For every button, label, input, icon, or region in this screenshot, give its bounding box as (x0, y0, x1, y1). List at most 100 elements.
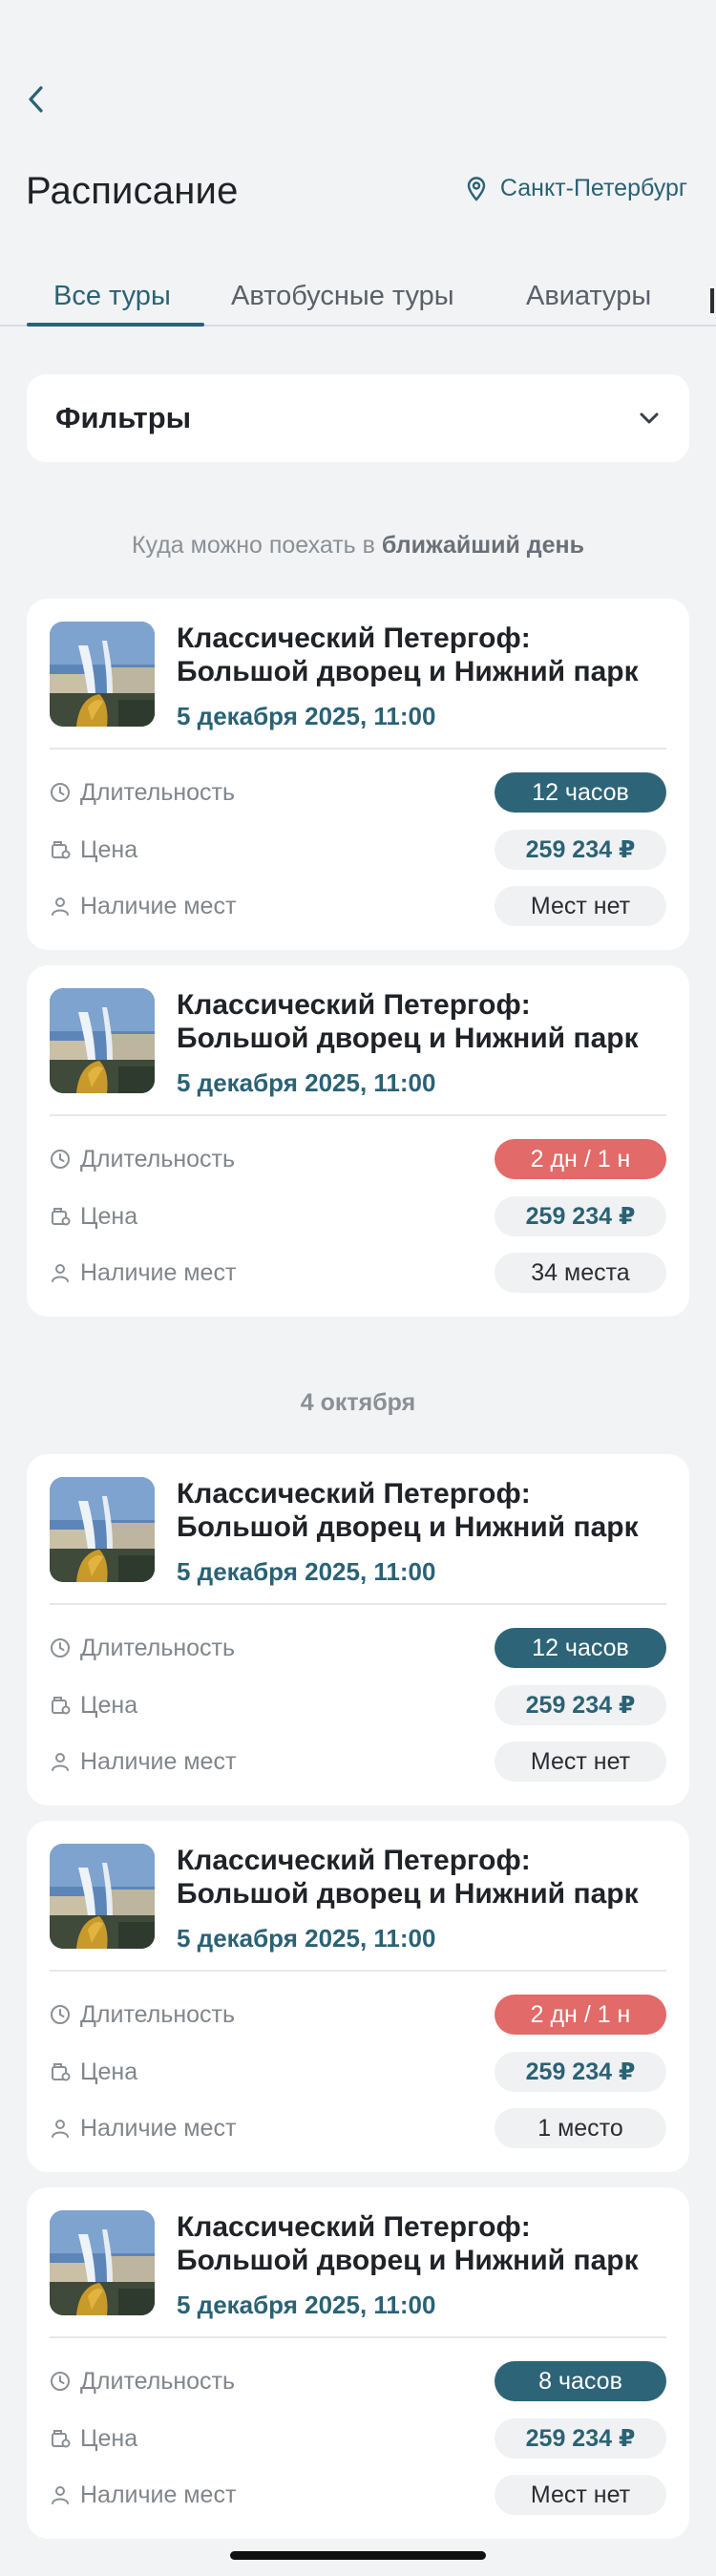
duration-badge: 2 дн / 1 н (495, 1139, 666, 1179)
wallet-icon (52, 841, 71, 859)
duration-label: Длительность (80, 2367, 236, 2395)
price-badge: 259 234 ₽ (495, 1196, 666, 1236)
tour-thumbnail (50, 988, 155, 1093)
page-title: Расписание (26, 170, 239, 212)
active-tab-indicator (27, 323, 204, 327)
seats-label: Наличие мест (80, 1747, 237, 1775)
filters-label: Фильтры (55, 401, 192, 434)
seats-row: Наличие мест Мест нет (50, 2475, 666, 2515)
wallet-icon (52, 1697, 71, 1715)
tour-title-line1: Классический Петергоф: (177, 2211, 531, 2243)
tour-title-line2: Большой дворец и Нижний парк (177, 1023, 639, 1054)
tour-date: 5 декабря 2025, 11:00 (177, 702, 436, 730)
section-nearest-day: Куда можно поехать в ближайший день (0, 532, 716, 560)
card-divider (50, 748, 666, 750)
duration-row: Длительность 8 часов (50, 2361, 666, 2401)
location-pin-icon (467, 176, 486, 201)
seats-row: Наличие мест 1 место (50, 2108, 666, 2148)
duration-badge: 8 часов (495, 2361, 666, 2401)
seats-label: Наличие мест (80, 2114, 237, 2142)
person-icon (52, 2120, 69, 2138)
tour-thumbnail (50, 1844, 155, 1949)
duration-label: Длительность (80, 2000, 236, 2028)
card-divider (50, 1114, 666, 1116)
price-row: Цена 259 234 ₽ (50, 2418, 666, 2459)
clock-icon (51, 2005, 70, 2024)
duration-badge: 12 часов (495, 1628, 666, 1668)
card-divider (50, 2336, 666, 2338)
price-label: Цена (80, 2424, 138, 2452)
person-icon (52, 1753, 69, 1771)
filters-dropdown[interactable]: Фильтры (27, 374, 689, 462)
price-row: Цена 259 234 ₽ (50, 1685, 666, 1725)
seats-badge: Мест нет (495, 1742, 666, 1782)
wallet-icon (52, 2063, 71, 2081)
section-date-label: 4 октября (300, 1389, 416, 1416)
schedule-screen: Расписание Санкт-Петербург Все туры Авто… (0, 0, 716, 2576)
wallet-icon (52, 1208, 71, 1226)
card-divider (50, 1970, 666, 1972)
tour-title: Классический Петергоф: Большой дворец и … (177, 622, 673, 688)
city-name: Санкт-Петербург (499, 175, 687, 201)
duration-label: Длительность (80, 1145, 236, 1172)
tour-card[interactable]: Классический Петергоф: Большой дворец и … (27, 965, 689, 1317)
seats-row: Наличие мест 34 места (50, 1253, 666, 1293)
next-tab-edge[interactable] (710, 288, 714, 313)
wallet-icon (52, 2430, 71, 2448)
tour-title-line2: Большой дворец и Нижний парк (177, 1878, 639, 1910)
duration-label: Длительность (80, 1634, 236, 1661)
tour-card[interactable]: Классический Петергоф: Большой дворец и … (27, 1821, 689, 2172)
seats-label: Наличие мест (80, 2481, 237, 2508)
tab-bus-tours[interactable]: Автобусные туры (231, 281, 454, 312)
chevron-left-icon (29, 86, 43, 113)
seats-badge: 1 место (495, 2108, 666, 2148)
seats-row: Наличие мест Мест нет (50, 1742, 666, 1782)
duration-row: Длительность 2 дн / 1 н (50, 1139, 666, 1179)
tour-thumbnail (50, 622, 155, 727)
price-badge: 259 234 ₽ (495, 2052, 666, 2092)
city-selector[interactable]: Санкт-Петербург (466, 175, 687, 202)
clock-icon (51, 1638, 70, 1658)
tab-air-tours[interactable]: Авиатуры (526, 281, 651, 312)
price-label: Цена (80, 835, 138, 863)
tour-card[interactable]: Классический Петергоф: Большой дворец и … (27, 2187, 689, 2539)
section-label-bold: ближайший день (381, 532, 585, 559)
tour-title-line2: Большой дворец и Нижний парк (177, 1511, 639, 1543)
tour-date: 5 декабря 2025, 11:00 (177, 1924, 436, 1953)
tour-thumbnail (50, 1477, 155, 1582)
clock-icon (51, 2372, 70, 2391)
tour-card[interactable]: Классический Петергоф: Большой дворец и … (27, 599, 689, 950)
price-row: Цена 259 234 ₽ (50, 2052, 666, 2092)
card-divider (50, 1603, 666, 1605)
seats-label: Наличие мест (80, 1258, 237, 1286)
back-button[interactable] (21, 82, 50, 116)
home-indicator (230, 2551, 486, 2560)
tour-title: Классический Петергоф: Большой дворец и … (177, 2210, 673, 2277)
price-row: Цена 259 234 ₽ (50, 1196, 666, 1236)
price-badge: 259 234 ₽ (495, 2418, 666, 2459)
person-icon (52, 897, 69, 916)
tour-date: 5 декабря 2025, 11:00 (177, 1068, 436, 1097)
price-label: Цена (80, 1202, 138, 1230)
seats-badge: Мест нет (495, 886, 666, 926)
person-icon (52, 1264, 69, 1282)
tour-title: Классический Петергоф: Большой дворец и … (177, 1477, 673, 1544)
tab-all-tours[interactable]: Все туры (53, 281, 171, 312)
tour-date: 5 декабря 2025, 11:00 (177, 2291, 436, 2319)
price-badge: 259 234 ₽ (495, 1685, 666, 1725)
tour-title-line2: Большой дворец и Нижний парк (177, 656, 639, 687)
price-label: Цена (80, 1691, 138, 1719)
tour-card[interactable]: Классический Петергоф: Большой дворец и … (27, 1454, 689, 1805)
duration-label: Длительность (80, 778, 236, 806)
tour-title: Классический Петергоф: Большой дворец и … (177, 988, 673, 1055)
seats-row: Наличие мест Мест нет (50, 886, 666, 926)
tour-title-line1: Классический Петергоф: (177, 623, 531, 654)
tour-title-line1: Классический Петергоф: (177, 1845, 531, 1876)
person-icon (52, 2486, 69, 2504)
duration-row: Длительность 12 часов (50, 772, 666, 813)
seats-label: Наличие мест (80, 892, 237, 919)
seats-badge: Мест нет (495, 2475, 666, 2515)
price-row: Цена 259 234 ₽ (50, 830, 666, 870)
duration-row: Длительность 2 дн / 1 н (50, 1995, 666, 2035)
duration-badge: 2 дн / 1 н (495, 1995, 666, 2035)
